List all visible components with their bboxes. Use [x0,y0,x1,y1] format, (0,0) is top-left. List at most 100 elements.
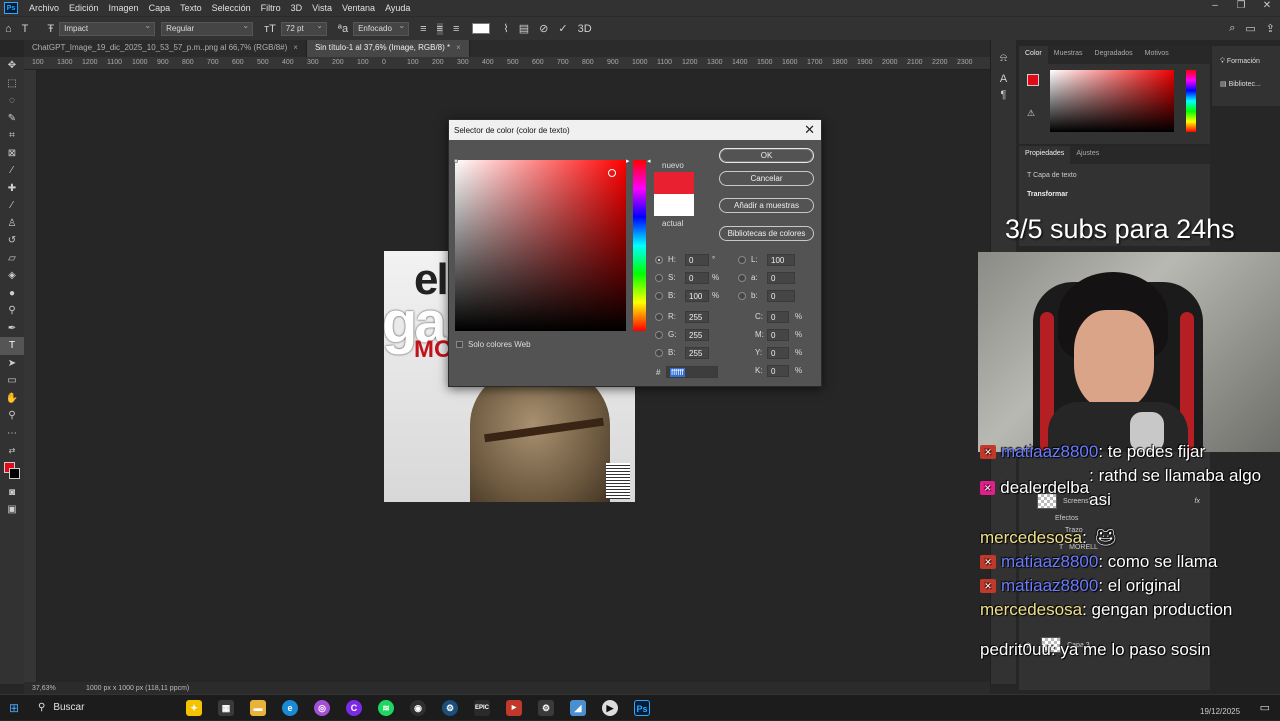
stamp-tool-icon[interactable]: ♙ [0,215,24,233]
radio-l[interactable] [738,256,746,264]
tab-close-icon[interactable]: × [456,43,461,52]
app-icon[interactable]: ◢ [562,695,594,721]
panels-icon[interactable]: ▤ [519,22,529,35]
tab-chatgpt-image[interactable]: ChatGPT_Image_19_dic_2025_10_53_57_p.m..… [24,40,307,57]
media-player-icon[interactable]: ▶ [594,695,626,721]
quick-select-icon[interactable]: ✎ [0,110,24,128]
tab-close-icon[interactable]: × [293,43,298,52]
minimize-button[interactable]: – [1202,0,1228,11]
tab-muestras[interactable]: Muestras [1048,46,1089,64]
dodge-tool-icon[interactable]: ⚲ [0,302,24,320]
crop-tool-icon[interactable]: ⌗ [0,127,24,145]
home-icon[interactable]: ⌂ [5,23,12,35]
tab-motivos[interactable]: Motivos [1139,46,1175,64]
antialias-select[interactable]: Enfocado [353,21,410,36]
warp-text-icon[interactable]: ⌇ [503,22,508,35]
obs-icon[interactable]: ◉ [402,695,434,721]
canva-icon[interactable]: C [338,695,370,721]
menu-archivo[interactable]: Archivo [24,3,64,13]
restore-button[interactable]: ❐ [1228,0,1254,11]
file-explorer-icon[interactable]: ▬ [242,695,274,721]
saturation-brightness-field[interactable] [454,159,626,331]
radio-s[interactable] [655,274,663,282]
workspace-icon[interactable]: ▭ [1245,22,1255,35]
eyedropper-icon[interactable]: ⁄ [0,162,24,180]
align-right-icon[interactable]: ≡ [453,23,459,35]
widgets-icon[interactable]: ✦ [178,695,210,721]
menu-edicion[interactable]: Edición [64,3,104,13]
hue-slider-arrow-left[interactable]: ▸ [626,157,630,165]
text-color-swatch[interactable] [472,23,491,34]
task-view-icon[interactable]: ▦ [210,695,242,721]
align-left-icon[interactable]: ≡ [420,23,426,35]
steam-icon[interactable]: ⚙ [434,695,466,721]
lasso-tool-icon[interactable]: ◌ [0,92,24,110]
input-lab-b[interactable]: 0 [767,290,795,302]
font-family-select[interactable]: Impact [59,21,156,36]
radio-bv[interactable] [655,292,663,300]
color-panel-hue[interactable] [1186,70,1196,132]
input-s[interactable]: 0 [685,272,709,284]
input-a[interactable]: 0 [767,272,795,284]
bibliotecas-item[interactable]: ▤ Bibliotec... [1212,66,1280,88]
edge-icon[interactable]: e [274,695,306,721]
quick-mask-icon[interactable]: ◙ [0,484,24,502]
character-panel-icon[interactable]: A [991,73,1016,85]
radio-h[interactable] [655,256,663,264]
input-r[interactable]: 255 [685,311,709,323]
paint-bucket-icon[interactable]: ◈ [0,267,24,285]
history-brush-icon[interactable]: ↺ [0,232,24,250]
input-m[interactable]: 0 [767,329,789,341]
font-size-select[interactable]: 72 pt [280,21,327,36]
menu-vista[interactable]: Vista [307,3,337,13]
close-icon[interactable]: ✕ [804,122,815,138]
align-center-icon[interactable]: ≡ [436,22,443,35]
input-bv[interactable]: 100 [685,290,709,302]
input-l[interactable]: 100 [767,254,795,266]
tab-sin-titulo[interactable]: Sin título-1 al 37,6% (Image, RGB/8) * × [306,40,470,57]
menu-texto[interactable]: Texto [175,3,207,13]
menu-capa[interactable]: Capa [144,3,176,13]
shape-tool-icon[interactable]: ▭ [0,372,24,390]
cancel-icon[interactable]: ⊘ [539,22,548,35]
swap-colors-icon[interactable]: ⇄ [0,442,24,460]
close-window-button[interactable]: ✕ [1254,0,1280,11]
radio-b[interactable] [655,349,663,357]
windows-start-icon[interactable]: ⊞ [0,701,28,715]
fg-color-swatch[interactable] [1027,74,1039,86]
color-libraries-button[interactable]: Bibliotecas de colores [719,226,814,241]
input-h[interactable]: 0 [685,254,709,266]
history-panel-icon[interactable]: ⍾ [991,52,1016,65]
tab-color[interactable]: Color [1019,46,1048,64]
type-tool-icon[interactable]: T [0,337,24,355]
transform-section[interactable]: Transformar [1019,187,1210,202]
input-y[interactable]: 0 [767,347,789,359]
formacion-item[interactable]: 💡︎ Formación [1212,46,1280,66]
input-hex[interactable]: ffffff [666,366,718,378]
tab-ajustes[interactable]: Ajustes [1070,146,1105,164]
cancel-button[interactable]: Cancelar [719,171,814,186]
more-tools-icon[interactable]: ⋯ [0,425,24,443]
field-picker-circle[interactable] [608,169,616,177]
photoshop-taskbar-icon[interactable]: Ps [626,695,658,721]
text-tool-icon[interactable]: T [22,23,29,35]
3d-icon[interactable]: 3D [578,23,592,35]
hand-tool-icon[interactable]: ✋ [0,390,24,408]
tab-degradados[interactable]: Degradados [1089,46,1139,64]
menu-ventana[interactable]: Ventana [337,3,380,13]
radio-a[interactable] [738,274,746,282]
radio-r[interactable] [655,313,663,321]
menu-seleccion[interactable]: Selección [207,3,256,13]
radio-lab-b[interactable] [738,292,746,300]
path-select-icon[interactable]: ➤ [0,355,24,373]
hue-slider-arrow-right[interactable]: ◂ [647,157,651,165]
web-colors-checkbox[interactable] [456,341,463,348]
settings-icon[interactable]: ⚙ [530,695,562,721]
radio-g[interactable] [655,331,663,339]
tab-propiedades[interactable]: Propiedades [1019,146,1071,164]
video-editor-icon[interactable]: ▶ [498,695,530,721]
messenger-icon[interactable]: ◎ [306,695,338,721]
healing-brush-icon[interactable]: ✚ [0,180,24,198]
menu-3d[interactable]: 3D [286,3,308,13]
hue-slider[interactable] [633,160,646,331]
